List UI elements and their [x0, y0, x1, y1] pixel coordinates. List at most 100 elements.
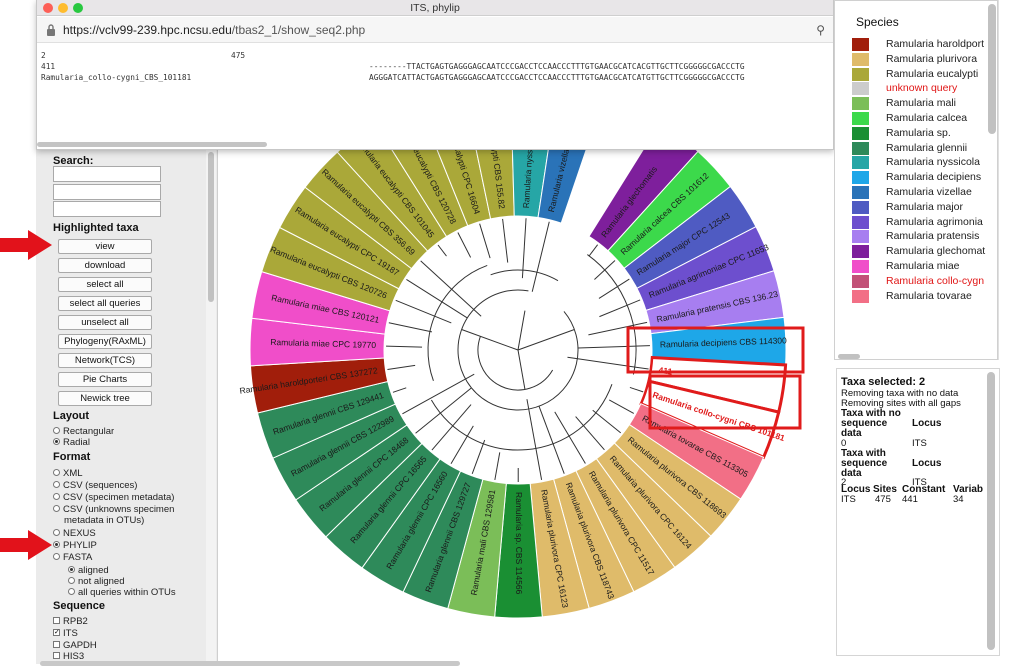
format-phylip-option[interactable]: PHYLIP — [53, 540, 97, 551]
arrow-head-icon — [28, 530, 52, 560]
search-input-1[interactable] — [53, 166, 161, 182]
legend-item[interactable]: Ramularia plurivora — [852, 52, 997, 66]
maximize-window-icon[interactable] — [73, 3, 83, 13]
legend-vertical-scrollbar[interactable] — [988, 4, 996, 134]
option-label: PHYLIP — [63, 540, 97, 551]
newick-tree-button[interactable]: Newick tree — [58, 391, 152, 406]
species-legend-panel[interactable]: Species Ramularia haroldport Ramularia pl… — [834, 0, 998, 360]
legend-item[interactable]: Ramularia tovarae — [852, 289, 997, 303]
radio-checked-icon[interactable] — [68, 565, 75, 573]
option-label: all queries within OTUs — [78, 587, 176, 598]
select-all-queries-button[interactable]: select all queries — [58, 296, 152, 311]
legend-item[interactable]: Ramularia decipiens — [852, 171, 997, 185]
legend-item[interactable]: Ramularia nyssicola — [852, 156, 997, 170]
option-label: Rectangular — [63, 426, 115, 437]
left-panel-scroll-thumb[interactable] — [208, 152, 214, 302]
phylogeny-raxml-button[interactable]: Phylogeny(RAxML) — [58, 334, 152, 349]
select-all-button[interactable]: select all — [58, 277, 152, 292]
radio-icon[interactable] — [53, 492, 60, 500]
sequence-its-checkbox[interactable]: ✓ ITS — [53, 628, 78, 639]
phylip-popup-window[interactable]: ITS, phylip https://vclv99-239.hpc.ncsu.… — [36, 0, 834, 150]
legend-item[interactable]: Ramularia vizellae — [852, 186, 997, 199]
option-label: FASTA — [63, 552, 93, 563]
with-data-locus-header: Locus — [912, 458, 942, 469]
option-label: NEXUS — [63, 528, 96, 539]
popup-url-bar[interactable]: https://vclv99-239.hpc.ncsu.edu/tbas2_1/… — [37, 17, 833, 43]
legend-item[interactable]: Ramularia mali — [852, 97, 997, 111]
legend-swatch — [852, 141, 869, 155]
phylogeny-tree-view[interactable]: Ramularia glechomatis Ramularia calcea CB… — [218, 150, 830, 665]
legend-species-name: Ramularia agrimonia — [886, 215, 983, 228]
tree-leaf-label[interactable]: Ramularia sp. CBS 114566 — [514, 492, 524, 595]
align-aligned-option[interactable]: aligned — [68, 565, 109, 576]
checkbox-icon[interactable] — [53, 640, 60, 648]
radio-checked-icon[interactable] — [53, 437, 60, 445]
layout-radial-option[interactable]: Radial — [53, 437, 90, 448]
taxa-panel-scrollbar[interactable] — [987, 372, 995, 650]
page-horizontal-scrollbar[interactable] — [40, 661, 460, 666]
layout-rectangular-option[interactable]: Rectangular — [53, 426, 114, 437]
format-nexus-option[interactable]: NEXUS — [53, 528, 96, 539]
legend-horizontal-scrollbar[interactable] — [838, 354, 860, 359]
radio-icon[interactable] — [53, 528, 60, 536]
download-button[interactable]: download — [58, 258, 152, 273]
radio-icon[interactable] — [53, 504, 60, 512]
tree-leaf-segment[interactable] — [537, 150, 604, 224]
no-data-locus: ITS — [912, 438, 927, 449]
minimize-window-icon[interactable] — [58, 3, 68, 13]
format-csv-unknowns-option[interactable]: CSV (unknowns specimen — [53, 504, 174, 515]
popup-horizontal-scrollbar[interactable] — [37, 142, 267, 147]
option-label: CSV (unknowns specimen — [63, 504, 175, 515]
radio-icon[interactable] — [68, 576, 75, 584]
phylip-seq-name-1: 411 — [41, 62, 56, 71]
legend-item[interactable]: Ramularia eucalypti — [852, 67, 997, 81]
radial-tree-svg[interactable]: Ramularia glechomatisRamularia calcea CB… — [218, 150, 830, 665]
phylip-header-ntaxa: 2 — [41, 51, 46, 60]
legend-item[interactable]: Ramularia sp. — [852, 126, 997, 140]
radio-icon[interactable] — [68, 587, 75, 595]
legend-item[interactable]: Ramularia collo-cygn — [852, 274, 997, 288]
search-input-3[interactable] — [53, 201, 161, 217]
legend-item[interactable]: Ramularia agrimonia — [852, 215, 997, 229]
legend-item[interactable]: unknown query — [852, 82, 997, 96]
radio-checked-icon[interactable] — [53, 540, 60, 548]
popup-titlebar[interactable]: ITS, phylip — [37, 0, 833, 16]
phylip-seq-data-2: AGGGATCATTACTGAGTGAGGGAGCAATCCCGACCTCCAA… — [369, 73, 745, 82]
network-tcs-button[interactable]: Network(TCS) — [58, 353, 152, 368]
sequence-rpb2-checkbox[interactable]: RPB2 — [53, 616, 88, 627]
legend-species-name: Ramularia plurivora — [886, 52, 978, 65]
close-window-icon[interactable] — [43, 3, 53, 13]
legend-item[interactable]: Ramularia pratensis — [852, 230, 997, 244]
format-csv-sequences-option[interactable]: CSV (sequences) — [53, 480, 137, 491]
view-button[interactable]: view — [58, 239, 152, 254]
popup-url-text[interactable]: https://vclv99-239.hpc.ncsu.edu/tbas2_1/… — [63, 23, 365, 37]
radio-icon[interactable] — [53, 426, 60, 434]
legend-item[interactable]: Ramularia haroldport — [852, 38, 997, 51]
search-input-2[interactable] — [53, 184, 161, 200]
legend-item[interactable]: Ramularia glennii — [852, 141, 997, 155]
legend-swatch — [852, 97, 869, 111]
legend-item[interactable]: Ramularia glechomat — [852, 245, 997, 259]
legend-item[interactable]: Ramularia major — [852, 200, 997, 214]
pie-charts-button[interactable]: Pie Charts — [58, 372, 152, 387]
checkbox-icon[interactable] — [53, 651, 60, 659]
radio-icon[interactable] — [53, 552, 60, 560]
format-fasta-option[interactable]: FASTA — [53, 552, 92, 563]
legend-item[interactable]: Ramularia calcea — [852, 112, 997, 125]
unselect-all-button[interactable]: unselect all — [58, 315, 152, 330]
legend-species-name: Ramularia pratensis — [886, 230, 980, 243]
align-all-queries-option[interactable]: all queries within OTUs — [68, 587, 176, 598]
format-xml-option[interactable]: XML — [53, 468, 83, 479]
legend-swatch — [852, 260, 869, 273]
legend-item[interactable]: Ramularia miae — [852, 260, 997, 273]
align-not-aligned-option[interactable]: not aligned — [68, 576, 124, 587]
radio-icon[interactable] — [53, 468, 60, 476]
zoom-icon[interactable]: ⚲ — [816, 23, 825, 37]
checkbox-icon[interactable] — [53, 616, 60, 624]
sequence-gapdh-checkbox[interactable]: GAPDH — [53, 640, 97, 651]
format-csv-metadata-option[interactable]: CSV (specimen metadata) — [53, 492, 174, 503]
checkbox-checked-icon[interactable]: ✓ — [53, 628, 60, 636]
radio-icon[interactable] — [53, 480, 60, 488]
stats-variable: 34 — [953, 494, 964, 505]
lock-icon — [47, 24, 55, 36]
